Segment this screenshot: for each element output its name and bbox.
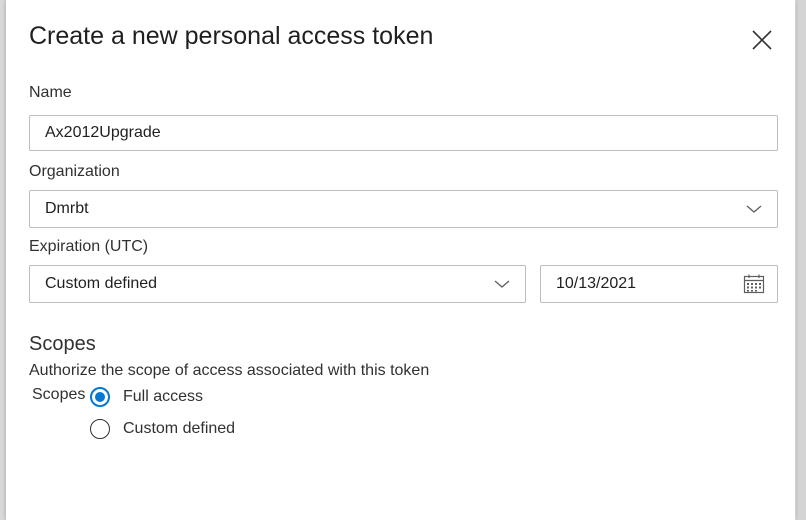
name-label: Name <box>29 84 72 101</box>
expiration-dropdown[interactable]: Custom defined <box>29 265 526 303</box>
scope-full-access-option[interactable]: Full access <box>90 387 203 407</box>
expiration-date-picker[interactable]: 10/13/2021 <box>540 265 778 303</box>
radio-button-unchecked[interactable] <box>90 419 110 439</box>
calendar-icon[interactable] <box>743 274 765 294</box>
scopes-heading: Scopes <box>29 333 96 355</box>
scope-custom-defined-option[interactable]: Custom defined <box>90 419 235 439</box>
expiration-selected: Custom defined <box>45 275 158 292</box>
close-button[interactable] <box>748 26 776 54</box>
scopes-label: Scopes <box>32 386 86 403</box>
backdrop-right <box>796 0 806 520</box>
organization-dropdown[interactable]: Dmrbt <box>29 190 778 228</box>
expiration-date-value: 10/13/2021 <box>556 275 637 292</box>
radio-button-checked[interactable] <box>90 387 110 407</box>
name-field-container <box>29 115 778 151</box>
organization-label: Organization <box>29 163 120 180</box>
scopes-description: Authorize the scope of access associated… <box>29 362 430 379</box>
name-field[interactable] <box>45 124 762 142</box>
organization-selected: Dmrbt <box>45 200 89 217</box>
scope-full-access-label: Full access <box>123 388 204 405</box>
scope-custom-defined-label: Custom defined <box>123 420 236 437</box>
create-token-dialog: Create a new personal access token Name … <box>6 0 795 520</box>
chevron-down-icon <box>494 279 510 289</box>
close-icon <box>752 30 772 50</box>
chevron-down-icon <box>746 204 762 214</box>
dialog-title: Create a new personal access token <box>29 22 434 50</box>
expiration-label: Expiration (UTC) <box>29 238 149 255</box>
